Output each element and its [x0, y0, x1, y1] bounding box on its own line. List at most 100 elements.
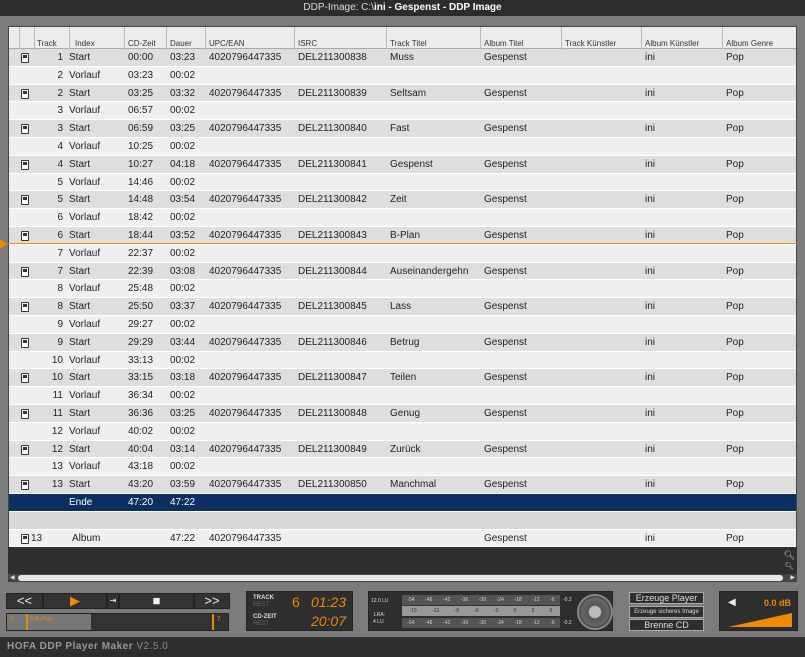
save-disk-icon[interactable] — [21, 373, 29, 384]
column-separator[interactable] — [722, 27, 723, 49]
table-row[interactable]: 3 Start 06:59 03:25 4020796447335 DEL21130084… — [9, 120, 796, 138]
table-row[interactable]: 2 Start 03:25 03:32 4020796447335 DEL21130083… — [9, 84, 796, 103]
save-disk-icon[interactable] — [21, 302, 29, 313]
column-separator[interactable] — [19, 27, 20, 49]
scroll-right-icon[interactable]: ▶ — [790, 574, 795, 582]
zoom-out-icon[interactable]: 🔍︎ — [784, 561, 795, 573]
meter-tick: -12 — [532, 620, 540, 626]
cell-track: 11 — [52, 408, 63, 419]
table-row[interactable]: 11 Start 36:36 03:25 4020796447335 DEL2113008… — [9, 405, 796, 423]
scrollbar-thumb[interactable] — [18, 575, 783, 581]
cell-isrc: DEL211300845 — [298, 301, 367, 313]
cell-index: Start — [69, 301, 91, 313]
volume-slider[interactable] — [728, 613, 792, 627]
table-row[interactable]: 2 Vorlauf 03:23 00:02 — [9, 66, 796, 85]
column-header[interactable]: Dauer — [170, 39, 192, 48]
table-row[interactable]: 10 Start 33:15 03:18 4020796447335 DEL2113008… — [9, 369, 796, 388]
column-separator[interactable] — [641, 27, 642, 49]
column-header[interactable]: Track Titel — [390, 39, 427, 48]
scroll-left-icon[interactable]: ◀ — [10, 574, 15, 582]
column-separator[interactable] — [69, 27, 70, 49]
table-row[interactable]: 3 Vorlauf 06:57 00:02 — [9, 102, 796, 121]
column-header[interactable]: ISRC — [298, 39, 317, 48]
track-start-button[interactable]: ⇥ — [107, 593, 119, 609]
create-player-button[interactable]: Erzeuge Player — [629, 592, 704, 604]
rewind-button[interactable]: << — [6, 593, 43, 609]
table-row[interactable]: 12 Vorlauf 40:02 00:02 — [9, 422, 796, 441]
table-row[interactable]: 5 Start 14:48 03:54 4020796447335 DEL21130084… — [9, 191, 796, 210]
volume-control[interactable]: ◀︎ 0.0 dB — [719, 591, 798, 631]
forward-button[interactable]: >> — [194, 593, 230, 609]
burn-cd-button[interactable]: Brenne CD — [629, 619, 704, 631]
album-row[interactable]: 13 Album 47:22 4020796447335 Gespenst ini Pop — [9, 529, 796, 548]
save-disk-icon[interactable] — [21, 409, 29, 419]
table-row[interactable]: 8 Vorlauf 25:48 00:02 — [9, 280, 796, 299]
table-row[interactable]: 12 Start 40:04 03:14 4020796447335 DEL2113008… — [9, 440, 796, 459]
column-separator[interactable] — [386, 27, 387, 49]
table-row[interactable]: 13 Start 43:20 03:59 4020796447335 DEL2113008… — [9, 476, 796, 494]
end-row[interactable]: Ende 47:20 47:22 — [9, 494, 796, 512]
column-header[interactable]: Track Künstler — [565, 39, 616, 48]
column-header[interactable]: Album Genre — [726, 39, 773, 48]
save-disk-icon[interactable] — [21, 88, 29, 99]
column-separator[interactable] — [34, 27, 35, 49]
column-header[interactable]: Track — [37, 39, 57, 48]
save-disk-icon[interactable] — [21, 444, 29, 455]
playhead-marker-icon[interactable] — [0, 239, 7, 249]
save-disk-icon[interactable] — [21, 124, 29, 135]
column-separator[interactable] — [166, 27, 167, 49]
track-progress-bar[interactable]: 5 6 B-Plan 7 — [6, 613, 229, 631]
table-row[interactable]: 8 Start 25:50 03:37 4020796447335 DEL21130084… — [9, 298, 796, 316]
table-header: Track Index CD-Zeit Dauer UPC/EAN ISRC Track T… — [9, 27, 796, 49]
cell-index: Start — [69, 372, 91, 384]
table-row[interactable]: 7 Vorlauf 22:37 00:02 — [9, 244, 796, 263]
zoom-in-icon[interactable]: 🔍︎ — [784, 549, 795, 561]
create-secure-image-button[interactable]: Erzeuge sicheres Image — [629, 606, 704, 618]
cell-index: Start — [69, 408, 91, 419]
time-display: TRACK REST 6 01:23 CD-ZEIT REST 20:07 — [246, 591, 353, 631]
horizontal-scrollbar[interactable]: ◀ ▶ — [8, 574, 797, 582]
save-disk-icon[interactable] — [21, 53, 29, 63]
stop-button[interactable]: ■ — [119, 593, 194, 609]
playhead-line — [0, 243, 797, 244]
column-header[interactable]: CD-Zeit — [128, 39, 156, 48]
column-header[interactable]: Album Künstler — [645, 39, 699, 48]
cell-isrc: DEL211300850 — [298, 479, 367, 491]
column-separator[interactable] — [294, 27, 295, 49]
table-row[interactable] — [9, 511, 796, 530]
table-row[interactable]: 13 Vorlauf 43:18 00:02 — [9, 458, 796, 477]
column-separator[interactable] — [561, 27, 562, 49]
cell-cdzeit: 22:39 — [128, 265, 154, 277]
cell-cdzeit: 43:20 — [128, 479, 154, 491]
column-header[interactable]: UPC/EAN — [209, 39, 245, 48]
cd-time-label: CD-ZEIT — [253, 614, 277, 620]
cell-genre: Pop — [726, 336, 744, 348]
table-row[interactable]: 4 Vorlauf 10:25 00:02 — [9, 138, 796, 156]
table-row[interactable]: 9 Start 29:29 03:44 4020796447335 DEL21130084… — [9, 333, 796, 352]
table-row[interactable]: 1 Start 00:00 03:23 4020796447335 DEL21130083… — [9, 49, 796, 67]
column-separator[interactable] — [205, 27, 206, 49]
column-header[interactable]: Album Titel — [484, 39, 524, 48]
cell-index: Vorlauf — [69, 105, 101, 117]
column-separator[interactable] — [480, 27, 481, 49]
save-disk-icon[interactable] — [21, 480, 29, 491]
save-disk-icon[interactable] — [21, 337, 29, 348]
save-disk-icon[interactable] — [21, 266, 29, 277]
save-disk-icon[interactable] — [21, 533, 29, 544]
save-disk-icon[interactable] — [21, 195, 29, 206]
column-separator[interactable] — [124, 27, 125, 49]
column-header[interactable]: Index — [75, 39, 95, 48]
table-row[interactable]: 9 Vorlauf 29:27 00:02 — [9, 316, 796, 334]
save-disk-icon[interactable] — [21, 231, 29, 241]
table-row[interactable]: 11 Vorlauf 36:34 00:02 — [9, 387, 796, 405]
table-row[interactable]: 4 Start 10:27 04:18 4020796447335 DEL21130084… — [9, 155, 796, 174]
table-row[interactable]: 5 Vorlauf 14:46 00:02 — [9, 173, 796, 192]
cell-track: 13 — [51, 461, 63, 473]
cell-track: 10 — [51, 372, 63, 384]
table-row[interactable]: 7 Start 22:39 03:08 4020796447335 DEL21130084… — [9, 262, 796, 281]
table-row[interactable]: 6 Vorlauf 18:42 00:02 — [9, 209, 796, 227]
table-row[interactable]: 10 Vorlauf 33:13 00:02 — [9, 351, 796, 370]
play-button[interactable]: ▶ — [43, 593, 107, 609]
save-disk-icon[interactable] — [21, 159, 29, 170]
app-name: HOFA DDP Player Maker — [7, 641, 134, 652]
